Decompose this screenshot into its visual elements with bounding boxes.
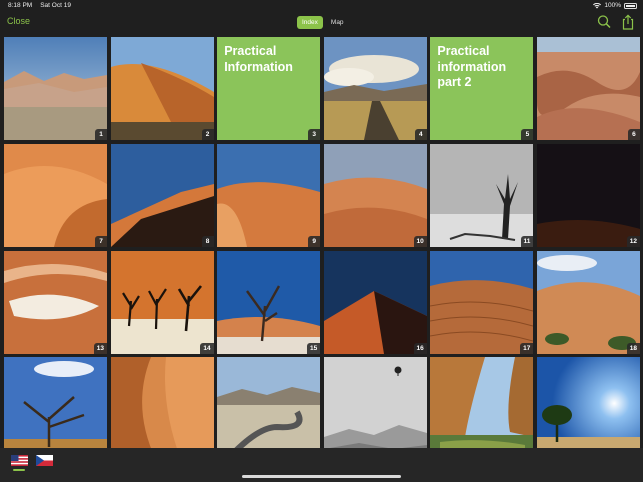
tile-title: Practical information part 2 <box>437 44 507 89</box>
acacia-tree-photo <box>4 357 107 461</box>
red-dune-dark-sky-photo <box>323 250 427 354</box>
tile-22[interactable] <box>323 357 427 461</box>
tile-number: 14 <box>200 342 214 354</box>
tile-number: 2 <box>201 129 214 140</box>
road-under-clouds-photo <box>323 37 427 140</box>
dune-footprints-photo <box>323 143 427 247</box>
aerial-clay-pan-photo <box>4 250 107 354</box>
tile-number: 1 <box>95 129 107 140</box>
tile-21[interactable] <box>217 357 321 461</box>
search-icon[interactable] <box>597 14 611 30</box>
us-flag-icon[interactable] <box>11 455 28 466</box>
tile-11[interactable]: 11 <box>430 143 534 247</box>
tile-17[interactable]: 17 <box>430 250 534 354</box>
tile-24[interactable] <box>536 357 640 461</box>
close-button[interactable]: Close <box>7 16 30 26</box>
tile-20[interactable] <box>110 357 214 461</box>
czech-flag-icon[interactable] <box>36 455 53 466</box>
dark-dune-night-photo <box>536 143 640 247</box>
tile-number: 15 <box>306 342 321 354</box>
tile-number: 4 <box>414 129 427 140</box>
status-time: 8:18 PM <box>8 2 33 9</box>
dune-blue-sky-photo <box>217 143 321 247</box>
tile-19[interactable] <box>4 357 107 461</box>
tile-18[interactable]: 18 <box>536 250 640 354</box>
selected-language-indicator <box>13 469 25 471</box>
dune-texture-photo <box>110 357 214 461</box>
tile-5[interactable]: Practical information part 2 5 <box>430 37 534 140</box>
orange-dune-crest-photo <box>110 37 214 140</box>
tree-sunburst-photo <box>536 357 640 461</box>
aerial-dunes-photo <box>536 37 640 140</box>
tile-number: 13 <box>93 342 107 354</box>
dunes-under-sky-photo <box>4 37 107 140</box>
shadowed-dune-ridge-photo <box>110 143 214 247</box>
tile-number: 18 <box>626 342 640 354</box>
tile-6[interactable]: 6 <box>536 37 640 140</box>
status-bar: 8:18 PM Sat Oct 19 100% <box>0 0 643 11</box>
tile-number: 17 <box>520 342 534 354</box>
status-date: Sat Oct 19 <box>40 2 71 9</box>
tab-map[interactable]: Map <box>326 16 349 29</box>
tile-1[interactable]: 1 <box>4 37 107 140</box>
tile-13[interactable]: 13 <box>4 250 107 354</box>
view-switcher: Index Map <box>297 16 349 29</box>
tile-9[interactable]: 9 <box>217 143 321 247</box>
language-bar <box>0 448 643 482</box>
tile-number: 6 <box>627 129 640 140</box>
tile-4[interactable]: 4 <box>323 37 427 140</box>
balloon-over-mountains-photo <box>323 357 427 461</box>
tile-23[interactable] <box>430 357 534 461</box>
wifi-icon <box>593 2 602 8</box>
black-white-dead-tree-photo <box>430 143 534 247</box>
tile-7[interactable]: 7 <box>4 143 107 247</box>
battery-icon <box>624 2 637 9</box>
tile-number: 9 <box>308 235 321 247</box>
tile-16[interactable]: 16 <box>323 250 427 354</box>
tile-3[interactable]: Practical Information 3 <box>217 37 321 140</box>
rippled-dune-photo <box>430 250 534 354</box>
tile-10[interactable]: 10 <box>323 143 427 247</box>
tab-index[interactable]: Index <box>297 16 323 29</box>
tile-15[interactable]: 15 <box>217 250 321 354</box>
canyon-water-photo <box>430 357 534 461</box>
dead-tree-blue-sky-photo <box>217 250 321 354</box>
home-indicator[interactable] <box>242 475 401 478</box>
status-indicators: 100% <box>593 2 637 9</box>
orange-dune-curves-photo <box>4 143 107 247</box>
nav-actions <box>597 14 635 30</box>
battery-percent: 100% <box>604 2 621 9</box>
tile-number: 8 <box>201 235 214 247</box>
tile-number: 5 <box>521 129 534 140</box>
share-icon[interactable] <box>621 14 635 30</box>
dune-with-shrubs-photo <box>536 250 640 354</box>
index-grid: 1 2 Practical Information 3 4 Practical … <box>4 37 640 461</box>
tile-14[interactable]: 14 <box>110 250 214 354</box>
tile-title: Practical Information <box>224 44 293 74</box>
tile-number: 7 <box>95 235 107 247</box>
tile-2[interactable]: 2 <box>110 37 214 140</box>
nav-bar: Close Index Map <box>0 11 643 33</box>
tile-8[interactable]: 8 <box>110 143 214 247</box>
tile-number: 12 <box>626 235 640 247</box>
deadvlei-trees-photo <box>110 250 214 354</box>
tile-number: 3 <box>308 129 321 140</box>
tile-number: 10 <box>413 235 427 247</box>
tile-12[interactable]: 12 <box>536 143 640 247</box>
tile-number: 11 <box>520 235 534 247</box>
tile-number: 16 <box>413 342 427 354</box>
winding-road-photo <box>217 357 321 461</box>
